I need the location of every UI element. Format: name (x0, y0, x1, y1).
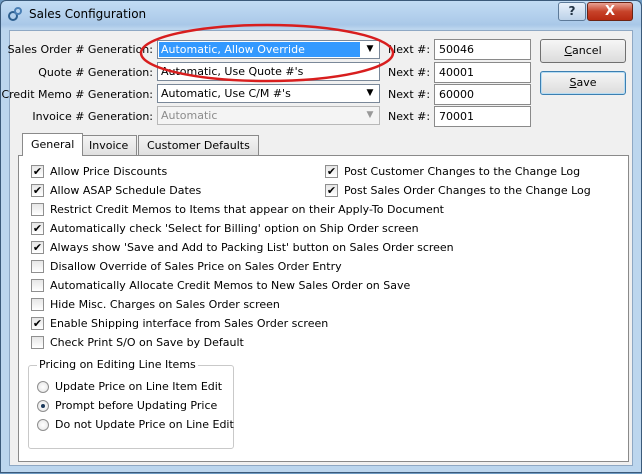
pricing-group: Pricing on Editing Line Items Update Pri… (28, 358, 234, 449)
tab-general[interactable]: General (22, 133, 84, 156)
credit-memo-generation-select[interactable]: Automatic, Use C/M #'s ▼ (157, 84, 380, 103)
radio-label: Update Price on Line Item Edit (55, 380, 223, 393)
invoice-next-label: Next #: (388, 110, 431, 123)
checkbox-label: Enable Shipping interface from Sales Ord… (50, 317, 329, 330)
sales-order-next-input[interactable]: 50046 (434, 39, 531, 60)
option-right-1[interactable]: ✔ Post Sales Order Changes to the Change … (325, 184, 591, 197)
credit-memo-next-label: Next #: (388, 88, 431, 101)
quote-generation-value: Automatic, Use Quote #'s (161, 65, 304, 78)
radio-label: Do not Update Price on Line Edit (55, 418, 234, 431)
option-left-6[interactable]: Automatically Allocate Credit Memos to N… (31, 279, 410, 292)
sales-order-next-label: Next #: (388, 43, 431, 56)
checkbox-label: Automatically Allocate Credit Memos to N… (50, 279, 411, 292)
checkbox-label: Disallow Override of Sales Price on Sale… (50, 260, 342, 273)
radio-selected[interactable] (37, 399, 49, 412)
checkbox-unchecked[interactable] (31, 203, 44, 216)
pricing-option-0[interactable]: Update Price on Line Item Edit (37, 380, 222, 393)
checkbox-checked[interactable]: ✔ (325, 165, 338, 178)
invoice-next-input[interactable]: 70001 (434, 106, 531, 127)
quote-next-label: Next #: (388, 66, 431, 79)
pricing-group-title: Pricing on Editing Line Items (37, 358, 198, 371)
radio-unselected[interactable] (37, 380, 49, 393)
checkbox-unchecked[interactable] (31, 279, 44, 292)
sales-configuration-window: Sales Configuration ? X Sales Order # Ge… (0, 0, 642, 473)
checkbox-label: Post Customer Changes to the Change Log (344, 165, 581, 178)
checkbox-checked[interactable]: ✔ (31, 165, 44, 178)
tab-invoice[interactable]: Invoice (80, 135, 138, 155)
radio-unselected[interactable] (37, 418, 49, 431)
quote-generation-select[interactable]: Automatic, Use Quote #'s (157, 62, 380, 81)
invoice-generation-label: Invoice # Generation: (32, 110, 153, 123)
credit-memo-generation-label: Credit Memo # Generation: (1, 88, 153, 101)
cancel-button[interactable]: Cancel (540, 39, 626, 63)
option-left-1[interactable]: ✔ Allow ASAP Schedule Dates (31, 184, 201, 197)
checkbox-label: Restrict Credit Memos to Items that appe… (50, 203, 444, 216)
checkbox-unchecked[interactable] (31, 260, 44, 273)
checkbox-label: Allow Price Discounts (50, 165, 168, 178)
quote-generation-label: Quote # Generation: (38, 66, 153, 79)
pricing-option-1[interactable]: Prompt before Updating Price (37, 399, 217, 412)
option-left-2[interactable]: Restrict Credit Memos to Items that appe… (31, 203, 444, 216)
option-left-0[interactable]: ✔ Allow Price Discounts (31, 165, 167, 178)
option-left-7[interactable]: Hide Misc. Charges on Sales Order screen (31, 298, 280, 311)
option-right-0[interactable]: ✔ Post Customer Changes to the Change Log (325, 165, 580, 178)
checkbox-label: Automatically check 'Select for Billing'… (50, 222, 419, 235)
checkbox-label: Allow ASAP Schedule Dates (50, 184, 202, 197)
pricing-option-2[interactable]: Do not Update Price on Line Edit (37, 418, 234, 431)
checkbox-label: Check Print S/O on Save by Default (50, 336, 244, 349)
credit-memo-generation-value: Automatic, Use C/M #'s (161, 87, 291, 100)
option-left-8[interactable]: ✔ Enable Shipping interface from Sales Or… (31, 317, 328, 330)
option-left-9[interactable]: Check Print S/O on Save by Default (31, 336, 244, 349)
option-left-4[interactable]: ✔ Always show 'Save and Add to Packing Li… (31, 241, 454, 254)
window-title: Sales Configuration (29, 7, 147, 21)
sales-order-generation-value: Automatic, Allow Override (159, 42, 360, 57)
title-bar[interactable]: Sales Configuration ? X (1, 1, 641, 29)
cancel-mnemonic: C (564, 44, 573, 57)
option-left-5[interactable]: Disallow Override of Sales Price on Sale… (31, 260, 342, 273)
checkbox-checked[interactable]: ✔ (31, 184, 44, 197)
checkbox-unchecked[interactable] (31, 336, 44, 349)
option-left-3[interactable]: ✔ Automatically check 'Select for Billing… (31, 222, 419, 235)
credit-memo-next-input[interactable]: 60000 (434, 84, 531, 105)
checkbox-checked[interactable]: ✔ (31, 222, 44, 235)
chevron-down-icon[interactable]: ▼ (362, 86, 378, 101)
checkbox-checked[interactable]: ✔ (325, 184, 338, 197)
chevron-down-icon[interactable]: ▼ (362, 42, 378, 57)
close-button[interactable]: X (587, 2, 633, 21)
sales-order-generation-select[interactable]: Automatic, Allow Override ▼ (157, 40, 380, 59)
general-tab-panel: ✔ Allow Price Discounts ✔ Allow ASAP Schedu… (18, 155, 629, 462)
save-label: ave (576, 76, 597, 89)
checkbox-label: Hide Misc. Charges on Sales Order screen (50, 298, 280, 311)
tab-customer-defaults[interactable]: Customer Defaults (138, 135, 259, 155)
radio-label: Prompt before Updating Price (55, 399, 218, 412)
checkbox-checked[interactable]: ✔ (31, 317, 44, 330)
sales-order-generation-label: Sales Order # Generation: (7, 43, 153, 56)
checkbox-unchecked[interactable] (31, 298, 44, 311)
cancel-label: ancel (572, 44, 602, 57)
invoice-generation-select: Automatic ▼ (157, 106, 380, 125)
save-button[interactable]: Save (540, 71, 626, 95)
checkbox-label: Post Sales Order Changes to the Change L… (344, 184, 591, 197)
checkbox-label: Always show 'Save and Add to Packing Lis… (50, 241, 454, 254)
quote-next-input[interactable]: 40001 (434, 62, 531, 83)
chevron-down-icon: ▼ (366, 110, 374, 120)
dialog-body: Sales Order # Generation: Automatic, All… (1, 30, 633, 466)
help-button[interactable]: ? (558, 2, 586, 21)
invoice-generation-value: Automatic (161, 109, 218, 122)
checkbox-checked[interactable]: ✔ (31, 241, 44, 254)
gears-icon (8, 7, 22, 21)
